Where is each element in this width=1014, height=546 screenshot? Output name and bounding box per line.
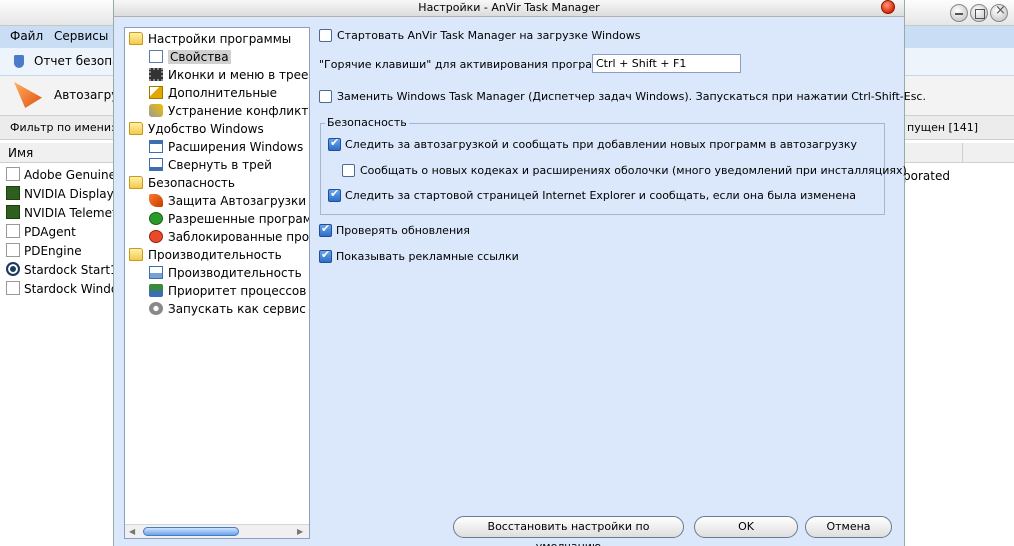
folder-icon	[129, 32, 143, 45]
tree-item-allowed-programs[interactable]: Разрешенные программ	[149, 211, 309, 228]
tree-item-conflicts[interactable]: Устранение конфликтов	[149, 103, 309, 120]
film-icon	[149, 68, 163, 81]
list-item[interactable]: Stardock Window	[6, 281, 128, 300]
performance-icon	[149, 266, 163, 279]
hotkey-input[interactable]	[592, 54, 741, 73]
minimize-to-tray-icon	[149, 158, 163, 171]
tree-group-program-settings[interactable]: Настройки программы	[129, 31, 291, 48]
security-report-icon	[14, 55, 24, 68]
autorun-arrow-icon	[14, 82, 42, 108]
minimize-button[interactable]	[950, 4, 968, 22]
menu-file[interactable]: Файл	[10, 29, 43, 43]
monitor-autorun-checkbox[interactable]	[328, 136, 341, 151]
started-count-label: пущен [141]	[907, 121, 979, 134]
check-updates-checkbox[interactable]	[319, 222, 332, 237]
settings-tree: Настройки программы Свойства Иконки и ме…	[124, 27, 310, 539]
replace-taskmgr-label: Заменить Windows Task Manager (Диспетчер…	[337, 90, 926, 103]
list-item[interactable]: NVIDIA Display C	[6, 186, 126, 205]
tree-item-run-as-service[interactable]: Запускать как сервис	[149, 301, 306, 318]
stardock-icon	[6, 262, 20, 276]
ok-button[interactable]: OK	[694, 516, 798, 538]
list-item[interactable]: Adobe Genuine S	[6, 167, 127, 186]
monitor-ie-start-label: Следить за стартовой страницей Internet …	[345, 189, 857, 202]
file-icon	[6, 167, 20, 181]
notify-codecs-label: Сообщать о новых кодеках и расширениях о…	[360, 164, 907, 177]
cancel-button[interactable]: Отмена	[805, 516, 892, 538]
list-item[interactable]: NVIDIA Telemetr	[6, 205, 122, 224]
tree-item-autorun-protection[interactable]: Защита Автозагрузки	[149, 193, 306, 210]
menu-services[interactable]: Сервисы	[54, 29, 108, 43]
tree-horizontal-scrollbar[interactable]: ◀ ▶	[125, 524, 309, 538]
replace-taskmgr-checkbox[interactable]	[319, 90, 332, 103]
notify-codecs-checkbox[interactable]	[342, 164, 355, 177]
dialog-close-button[interactable]	[881, 0, 895, 14]
allowed-check-icon	[149, 212, 163, 225]
file-icon	[6, 224, 20, 238]
scroll-right-icon[interactable]: ▶	[297, 527, 303, 536]
tree-item-windows-extensions[interactable]: Расширения Windows	[149, 139, 303, 156]
blocked-icon	[149, 230, 163, 243]
service-gear-icon	[149, 302, 163, 315]
check-updates-label: Проверять обновления	[336, 224, 470, 237]
autorun-shield-icon	[149, 194, 163, 207]
list-item[interactable]: PDEngine	[6, 243, 82, 262]
properties-icon	[149, 50, 163, 63]
hotkey-label: "Горячие клавиши" для активирования прог…	[319, 58, 621, 71]
tree-item-properties[interactable]: Свойства	[149, 49, 231, 66]
tools-icon	[149, 104, 163, 117]
column-name[interactable]: Имя	[8, 146, 33, 160]
folder-icon	[129, 176, 143, 189]
file-icon	[6, 243, 20, 257]
start-on-boot-label: Стартовать AnVir Task Manager на загрузк…	[337, 29, 641, 42]
security-group-title: Безопасность	[325, 116, 409, 129]
wand-icon	[149, 86, 163, 99]
close-button[interactable]	[990, 3, 1008, 22]
tree-item-performance[interactable]: Производительность	[149, 265, 302, 282]
maximize-button[interactable]	[970, 4, 988, 22]
dialog-title: Настройки - AnVir Task Manager	[418, 1, 600, 14]
tree-item-advanced[interactable]: Дополнительные	[149, 85, 277, 102]
column-divider	[962, 143, 963, 163]
dialog-titlebar: Настройки - AnVir Task Manager	[114, 0, 904, 17]
show-ads-checkbox[interactable]	[319, 248, 332, 263]
tree-item-process-priority[interactable]: Приоритет процессов	[149, 283, 306, 300]
folder-icon	[129, 122, 143, 135]
window-extension-icon	[149, 140, 163, 153]
priority-icon	[149, 284, 163, 297]
folder-icon	[129, 248, 143, 261]
tree-item-tray-icons[interactable]: Иконки и меню в трее	[149, 67, 308, 84]
file-icon	[6, 281, 20, 295]
tree-item-minimize-to-tray[interactable]: Свернуть в трей	[149, 157, 272, 174]
restore-defaults-button[interactable]: Восстановить настройки по умолчанию	[453, 516, 684, 546]
scroll-left-icon[interactable]: ◀	[129, 527, 135, 536]
filter-label: Фильтр по имени:	[10, 121, 115, 134]
publisher-cell: porated	[903, 169, 950, 183]
nvidia-icon	[6, 186, 20, 200]
tree-group-performance[interactable]: Производительность	[129, 247, 282, 264]
tree-item-blocked-processes[interactable]: Заблокированные проце	[149, 229, 309, 246]
tree-group-security[interactable]: Безопасность	[129, 175, 235, 192]
monitor-autorun-label: Следить за автозагрузкой и сообщать при …	[345, 138, 857, 151]
list-item[interactable]: Stardock Start10	[6, 262, 125, 281]
tree-group-windows-usability[interactable]: Удобство Windows	[129, 121, 264, 138]
monitor-ie-start-checkbox[interactable]	[328, 187, 341, 202]
list-item[interactable]: PDAgent	[6, 224, 76, 243]
scroll-thumb[interactable]	[143, 527, 239, 536]
settings-dialog: Настройки - AnVir Task Manager Настройки…	[113, 0, 926, 546]
start-on-boot-checkbox[interactable]	[319, 29, 332, 42]
show-ads-label: Показывать рекламные ссылки	[336, 250, 519, 263]
nvidia-icon	[6, 205, 20, 219]
